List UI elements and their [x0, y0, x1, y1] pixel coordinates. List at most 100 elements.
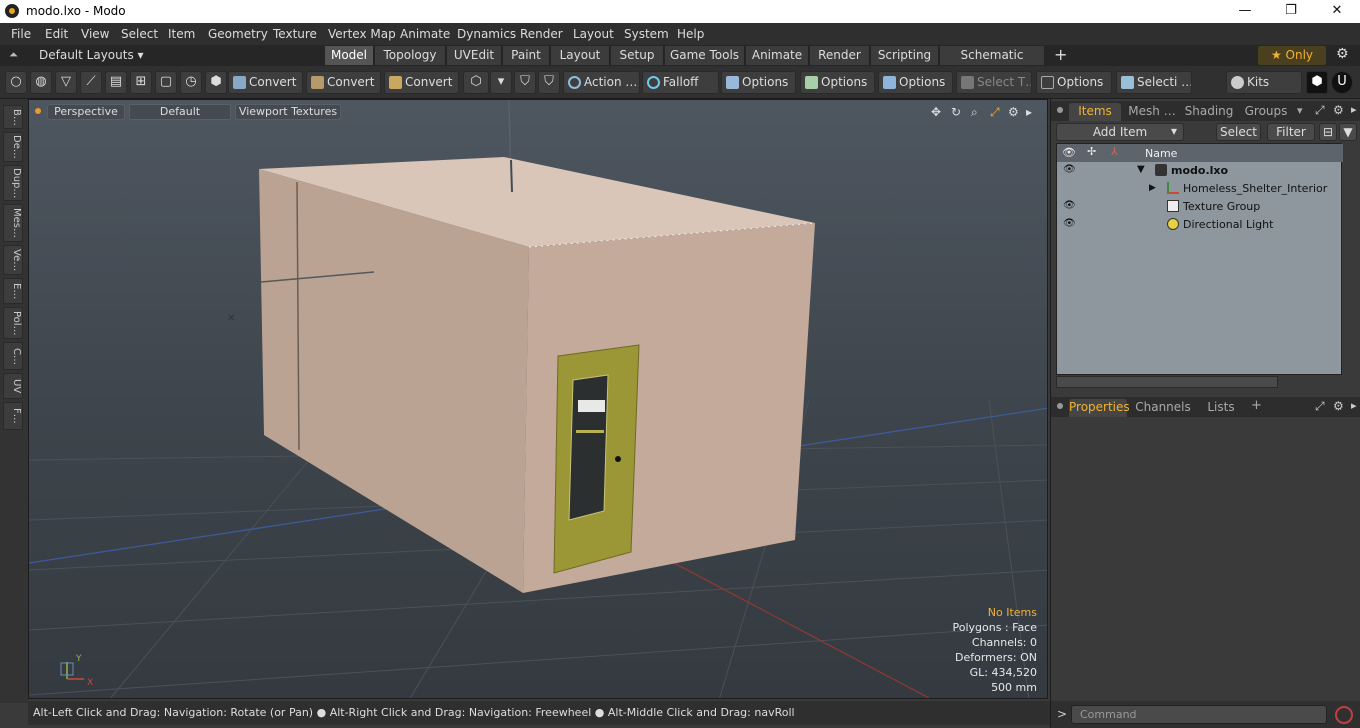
expand-panel-icon[interactable]: ⤢ [1315, 103, 1325, 118]
3d-viewport[interactable]: ✕ Y X Perspective Default Viewport Textu… [28, 99, 1048, 699]
visibility-eye-icon[interactable]: 👁 [1063, 200, 1076, 211]
options-button-3[interactable]: Options [878, 71, 953, 94]
viewport-settings-icon[interactable]: ⚙ [1008, 105, 1019, 119]
menu-help[interactable]: Help [677, 27, 704, 41]
zoom-icon[interactable]: ⌕ [971, 105, 978, 120]
pivot-mode-icon[interactable]: ◷ [180, 71, 202, 94]
tab-paint[interactable]: Paint [503, 46, 550, 65]
tab-setup[interactable]: Setup [611, 46, 664, 65]
maximize-viewport-icon[interactable]: ⤢ [990, 105, 1000, 120]
layouts-dropdown[interactable]: Default Layouts ▾ [39, 48, 144, 62]
selection-sets-button[interactable]: Selecti … [1116, 71, 1192, 94]
panel-menu-icon[interactable] [1057, 403, 1063, 409]
left-tab-polygon[interactable]: Pol… [3, 307, 23, 339]
expand-panel-icon[interactable]: ⤢ [1315, 399, 1325, 414]
options-button-4[interactable]: Options [1036, 71, 1112, 94]
select-button[interactable]: Select [1216, 123, 1261, 141]
unity-icon[interactable]: ⬢ [1306, 71, 1328, 94]
tab-model[interactable]: Model [325, 46, 374, 65]
rotate-icon[interactable]: ↻ [951, 105, 961, 119]
item-mode-icon[interactable]: ▢ [155, 71, 177, 94]
pan-icon[interactable]: ✥ [931, 105, 941, 119]
visibility-header-icon[interactable]: 👁 [1062, 146, 1076, 159]
tab-schematic-fusion[interactable]: Schematic Fusion [940, 46, 1045, 81]
panel-settings-icon[interactable]: ⚙ [1333, 103, 1344, 117]
tab-animate[interactable]: Animate [746, 46, 809, 65]
filter-funnel-icon[interactable]: ▼ [1339, 123, 1357, 141]
menu-select[interactable]: Select [121, 27, 158, 41]
tab-uvedit[interactable]: UVEdit [447, 46, 502, 65]
left-tab-vertex[interactable]: Ve… [3, 245, 23, 275]
shield-icon[interactable]: ⛉ [514, 71, 536, 94]
edge-mode-icon[interactable]: ⟋ [80, 71, 102, 94]
panel-menu-icon[interactable] [1057, 107, 1063, 113]
menu-animate[interactable]: Animate [400, 27, 450, 41]
left-tab-mesh-edit[interactable]: Mes… [3, 204, 23, 242]
unreal-icon[interactable]: U [1331, 71, 1353, 94]
panel-arrow-icon[interactable]: ▸ [1351, 103, 1357, 116]
collapse-icon[interactable]: ⏶ [9, 48, 18, 62]
tab-topology[interactable]: Topology [375, 46, 446, 65]
panel-settings-icon[interactable]: ⚙ [1333, 399, 1344, 413]
tree-expand-icon[interactable]: ▼ [1137, 164, 1145, 175]
polygon-mode-icon[interactable]: ▤ [105, 71, 127, 94]
falloff-button[interactable]: Falloff [642, 71, 719, 94]
left-tab-edge[interactable]: E… [3, 278, 23, 304]
select-through-button[interactable]: Select T… [956, 71, 1032, 94]
visibility-eye-icon[interactable]: 👁 [1063, 164, 1076, 175]
tab-items[interactable]: Items [1069, 103, 1121, 121]
tab-game-tools[interactable]: Game Tools [665, 46, 745, 65]
action-center-button[interactable]: Action … [563, 71, 640, 94]
gear-icon[interactable]: ⚙ [1336, 46, 1349, 62]
add-item-dropdown-icon[interactable]: ▾ [1164, 123, 1184, 141]
perspective-dropdown[interactable]: Perspective [47, 104, 125, 120]
left-tab-fusion[interactable]: F… [3, 402, 23, 430]
options-button-1[interactable]: Options [721, 71, 796, 94]
viewport-menu-icon[interactable] [35, 108, 41, 114]
collapse-icon[interactable]: ⊟ [1319, 123, 1337, 141]
menu-dynamics[interactable]: Dynamics [457, 27, 516, 41]
tab-shading[interactable]: Shading [1183, 103, 1235, 121]
filter-button[interactable]: Filter [1267, 123, 1315, 141]
shading-dropdown[interactable]: Default [129, 104, 231, 120]
chevron-down-icon[interactable]: ▾ [490, 71, 512, 94]
mesh-cube-icon[interactable]: ⬡ [463, 71, 489, 94]
menu-layout[interactable]: Layout [573, 27, 614, 41]
menu-system[interactable]: System [624, 27, 669, 41]
viewport-scene[interactable]: ✕ Y X [29, 100, 1048, 699]
left-tab-curve[interactable]: C… [3, 342, 23, 370]
menu-item[interactable]: Item [168, 27, 195, 41]
menu-render[interactable]: Render [520, 27, 563, 41]
sphere-select-icon[interactable]: ○ [5, 71, 27, 94]
left-tab-deform[interactable]: De… [3, 132, 23, 162]
tree-expand-icon[interactable]: ▶ [1149, 183, 1156, 193]
menu-texture[interactable]: Texture [273, 27, 317, 41]
viewport-textures-dropdown[interactable]: Viewport Textures [235, 104, 341, 120]
axis-header-icon[interactable]: ⅄ [1111, 145, 1118, 158]
tab-properties[interactable]: Properties [1069, 399, 1130, 417]
visibility-eye-icon[interactable]: 👁 [1063, 218, 1076, 229]
menu-edit[interactable]: Edit [45, 27, 68, 41]
item-list[interactable]: 👁 ✢ ⅄ Name 👁 ▼ modo.lxo ▶ Homeless_Shelt… [1056, 143, 1343, 375]
close-button[interactable]: ✕ [1314, 0, 1360, 23]
tab-render[interactable]: Render [810, 46, 870, 65]
vertex-mode-icon[interactable]: ▽ [55, 71, 77, 94]
left-tab-uv[interactable]: UV [3, 373, 23, 399]
menu-view[interactable]: View [81, 27, 109, 41]
panel-arrow-icon[interactable]: ▸ [1351, 399, 1357, 412]
item-list-scrollbar[interactable] [1056, 376, 1278, 388]
material-mode-icon[interactable]: ⊞ [130, 71, 152, 94]
name-column-header[interactable]: Name [1145, 147, 1177, 160]
convert-button-1[interactable]: Convert [228, 71, 303, 94]
menu-vertex-map[interactable]: Vertex Map [328, 27, 396, 41]
globe-icon[interactable]: ◍ [30, 71, 52, 94]
left-tab-basic[interactable]: B… [3, 105, 23, 129]
item-row-light[interactable]: 👁 Directional Light [1057, 216, 1343, 234]
play-arrow-icon[interactable]: ▸ [1026, 105, 1032, 119]
add-tab-button[interactable]: + [1054, 45, 1067, 64]
menu-geometry[interactable]: Geometry [208, 27, 268, 41]
tab-layout[interactable]: Layout [551, 46, 610, 65]
command-input[interactable]: Command [1071, 705, 1327, 724]
convert-button-3[interactable]: Convert [384, 71, 459, 94]
tab-lists[interactable]: Lists [1199, 399, 1243, 417]
